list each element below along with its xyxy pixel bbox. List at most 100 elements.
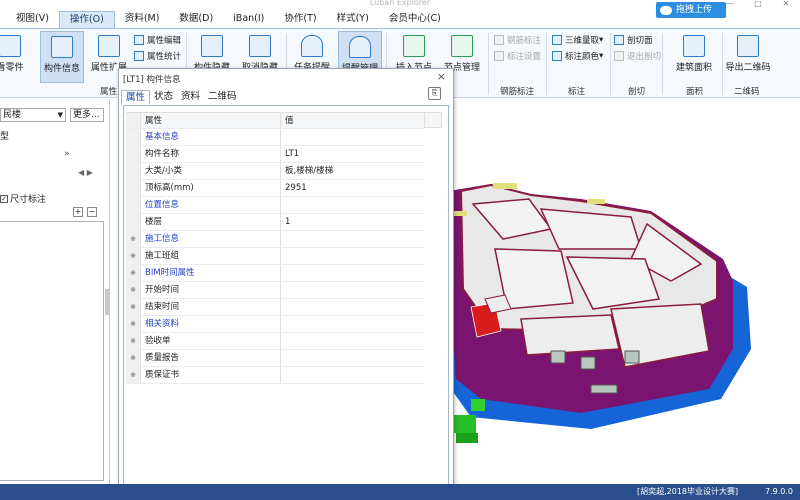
property-row[interactable]: ※ 质保证书	[126, 367, 424, 384]
property-value[interactable]	[281, 316, 424, 332]
expander-icon[interactable]: ※	[126, 350, 141, 366]
property-category-row[interactable]: ※ 施工信息	[126, 231, 424, 248]
property-value[interactable]: 1	[281, 214, 424, 230]
property-row[interactable]: 楼层 1	[126, 214, 424, 231]
expander-icon[interactable]: ※	[126, 265, 141, 281]
property-value[interactable]	[281, 367, 424, 383]
property-row[interactable]: ※ 质量报告	[126, 350, 424, 367]
menu-member[interactable]: 会员中心(C)	[379, 11, 451, 28]
expander-icon[interactable]	[126, 214, 141, 230]
property-value[interactable]	[281, 333, 424, 349]
property-row[interactable]: ※ 施工班组	[126, 248, 424, 265]
expander-icon[interactable]	[126, 129, 141, 145]
rebar-mark-button[interactable]: 钢筋标注	[494, 33, 541, 47]
property-panel: 属性 值 基本信息 构件名称 LT1 大类/小类 板,楼梯/楼梯 顶标高(mm) 2951 位…	[123, 105, 449, 489]
palette-icon	[552, 51, 562, 61]
property-category-row[interactable]: ※ BIM时间属性	[126, 265, 424, 282]
property-row[interactable]: 构件名称 LT1	[126, 146, 424, 163]
property-value[interactable]	[281, 129, 424, 145]
menu-collab[interactable]: 协作(T)	[274, 11, 326, 28]
rebar-icon	[494, 35, 504, 45]
tab-attributes[interactable]: 属性	[121, 90, 151, 105]
menu-iban[interactable]: iBan(I)	[223, 11, 274, 28]
property-value[interactable]	[281, 231, 424, 247]
exit-section-button[interactable]: 退出剖切	[614, 49, 661, 63]
component-info-button[interactable]: 构件信息	[40, 31, 84, 83]
mark-setting-button[interactable]: 标注设置	[494, 49, 541, 63]
expander-icon[interactable]: ※	[126, 248, 141, 264]
tab-material[interactable]: 资料	[177, 90, 204, 105]
dimension-mark-checkbox[interactable]: ✓ 尺寸标注	[0, 192, 46, 205]
expander-icon[interactable]: ※	[126, 282, 141, 298]
view-parts-label: 看零件	[0, 63, 24, 73]
property-value[interactable]	[281, 282, 424, 298]
floor-select-value: 民楼	[3, 110, 22, 120]
tab-status[interactable]: 状态	[150, 90, 177, 105]
section-face-button[interactable]: 剖切面	[614, 33, 653, 47]
building-area-button[interactable]: 建筑面积	[670, 31, 718, 83]
property-value[interactable]	[281, 197, 424, 213]
property-value[interactable]	[281, 248, 424, 264]
menu-style[interactable]: 样式(Y)	[327, 11, 379, 28]
property-key: 质保证书	[141, 367, 281, 383]
property-row[interactable]: 大类/小类 板,楼梯/楼梯	[126, 163, 424, 180]
expander-icon[interactable]: ※	[126, 316, 141, 332]
view-parts-button[interactable]: 看零件	[0, 31, 28, 83]
panel-splitter[interactable]	[105, 289, 109, 315]
menu-operate[interactable]: 操作(O)	[58, 11, 115, 28]
left-panel: 民楼 ▼ 更多... 型 » ◀ ▶ ✓ 尺寸标注 + −	[0, 99, 110, 484]
expander-icon[interactable]	[126, 146, 141, 162]
grid-header: 属性 值	[126, 112, 424, 129]
floor-select[interactable]: 民楼 ▼	[0, 108, 66, 122]
menu-view[interactable]: 视图(V)	[6, 11, 59, 28]
prev-next-icons[interactable]: ◀ ▶	[78, 168, 93, 177]
property-value[interactable]: 2951	[281, 180, 424, 196]
more-button[interactable]: 更多...	[70, 108, 104, 122]
node-manage-icon	[451, 35, 473, 57]
upload-label: 拖拽上传	[676, 5, 713, 15]
expander-icon[interactable]: ※	[126, 231, 141, 247]
grid-rows: 基本信息 构件名称 LT1 大类/小类 板,楼梯/楼梯 顶标高(mm) 2951 位置信息 楼层…	[126, 129, 424, 384]
property-category-row[interactable]: ※ 相关资料	[126, 316, 424, 333]
expander-icon[interactable]: ※	[126, 367, 141, 383]
tab-qrcode[interactable]: 二维码	[204, 90, 241, 105]
export-icon[interactable]: ⎘	[428, 87, 441, 100]
exit-section-icon	[614, 51, 624, 61]
menu-material[interactable]: 资料(M)	[115, 11, 170, 28]
property-value[interactable]	[281, 265, 424, 281]
grid-gutter	[126, 113, 141, 128]
three-dim-measure-button[interactable]: 三维量取 ▾	[552, 33, 603, 47]
expander-icon[interactable]: ※	[126, 299, 141, 315]
property-row[interactable]: ※ 结束时间	[126, 299, 424, 316]
attr-edit-button[interactable]: 属性编辑	[134, 33, 181, 47]
property-row[interactable]: ※ 开始时间	[126, 282, 424, 299]
expander-icon[interactable]: ※	[126, 333, 141, 349]
group-mark: 标注	[568, 87, 586, 97]
expander-icon[interactable]	[126, 197, 141, 213]
close-window-button[interactable]: ✕	[772, 0, 800, 9]
attr-stat-button[interactable]: 属性统计	[134, 49, 181, 63]
property-row[interactable]: ※ 验收单	[126, 333, 424, 350]
expander-icon[interactable]	[126, 180, 141, 196]
component-info-dialog: [LT1] 构件信息 × 属性 状态 资料 二维码 ⎘ 属性 值 基本信息 构件名…	[118, 68, 454, 493]
property-value[interactable]	[281, 299, 424, 315]
close-icon[interactable]: ×	[437, 70, 446, 83]
export-qrcode-button[interactable]: 导出二维码	[724, 31, 772, 83]
expand-all-button[interactable]: +	[73, 207, 83, 217]
component-tree[interactable]	[0, 221, 104, 481]
menu-data[interactable]: 数据(D)	[169, 11, 223, 28]
dialog-tabs: 属性 状态 资料 二维码	[121, 90, 241, 105]
property-category-row[interactable]: 基本信息	[126, 129, 424, 146]
property-value[interactable]: LT1	[281, 146, 424, 162]
collapse-icon[interactable]: »	[64, 149, 70, 159]
drag-upload-button[interactable]: 拖拽上传	[656, 2, 726, 18]
expander-icon[interactable]	[126, 163, 141, 179]
property-value[interactable]	[281, 350, 424, 366]
property-value[interactable]: 板,楼梯/楼梯	[281, 163, 424, 179]
property-row[interactable]: 顶标高(mm) 2951	[126, 180, 424, 197]
mark-color-button[interactable]: 标注颜色 ▾	[552, 49, 603, 63]
property-key: BIM时间属性	[141, 265, 281, 281]
property-category-row[interactable]: 位置信息	[126, 197, 424, 214]
maximize-button[interactable]: □	[744, 0, 772, 9]
collapse-all-button[interactable]: −	[87, 207, 97, 217]
